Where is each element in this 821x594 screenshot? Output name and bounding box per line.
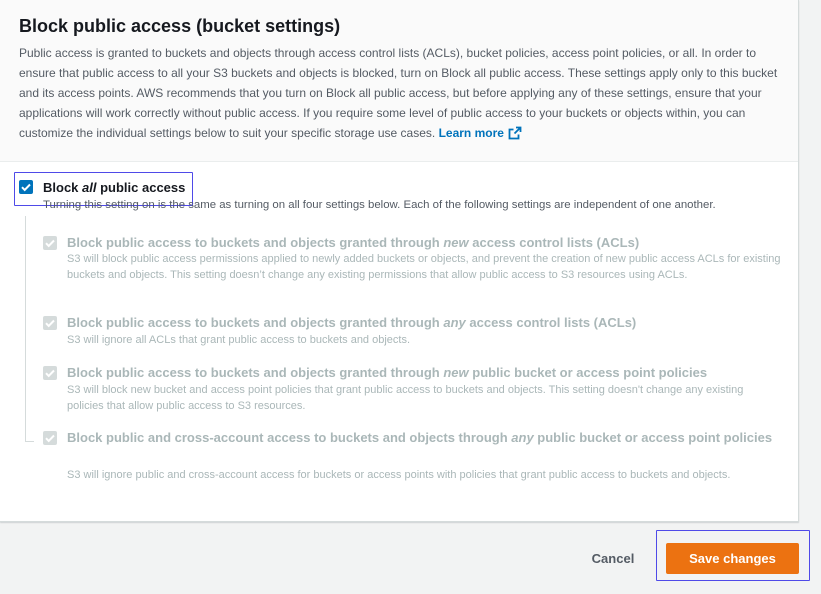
- setting-new-acls-label-emphasis: new: [443, 235, 469, 250]
- setting-new-policies-label: Block public access to buckets and objec…: [67, 363, 777, 383]
- checkmark-icon: [45, 434, 55, 443]
- panel-header: Block public access (bucket settings) Pu…: [0, 0, 798, 162]
- checkmark-icon: [45, 319, 55, 328]
- panel-description-text: Public access is granted to buckets and …: [19, 46, 778, 140]
- panel-description: Public access is granted to buckets and …: [19, 43, 779, 146]
- checkmark-icon: [21, 183, 31, 192]
- setting-new-acls-description: S3 will block public access permissions …: [67, 253, 781, 281]
- block-all-label-start: Block: [43, 180, 83, 195]
- block-public-access-panel: Block public access (bucket settings) Pu…: [0, 0, 799, 522]
- settings-tree-line: [25, 216, 26, 442]
- checkmark-icon: [45, 369, 55, 378]
- block-all-checkbox[interactable]: [19, 180, 33, 194]
- setting-any-policies-description: S3 will ignore public and cross-account …: [67, 469, 731, 481]
- setting-any-policies-label-emphasis: any: [511, 430, 534, 445]
- setting-any-acls-label-end: access control lists (ACLs): [465, 315, 637, 330]
- block-all-label[interactable]: Block all public access: [43, 180, 185, 195]
- setting-any-policies-label-start: Block public and cross-account access to…: [67, 430, 512, 445]
- learn-more-label: Learn more: [438, 126, 504, 140]
- setting-new-policies-label-end: public bucket or access point policies: [468, 365, 708, 380]
- setting-new-acls-checkbox[interactable]: [43, 236, 57, 250]
- setting-any-acls-label-emphasis: any: [443, 315, 466, 330]
- external-link-icon: [508, 126, 522, 146]
- setting-any-acls-label: Block public access to buckets and objec…: [67, 313, 777, 333]
- setting-new-acls-label-end: access control lists (ACLs): [468, 235, 640, 250]
- save-changes-button[interactable]: Save changes: [666, 543, 799, 574]
- setting-new-policies-description: S3 will block new bucket and access poin…: [67, 384, 744, 412]
- block-all-label-end: public access: [96, 180, 186, 195]
- setting-any-policies-label-end: public bucket or access point policies: [533, 430, 773, 445]
- setting-new-policies-label-start: Block public access to buckets and objec…: [67, 365, 444, 380]
- learn-more-link[interactable]: Learn more: [439, 126, 522, 140]
- setting-new-policies-label-emphasis: new: [443, 365, 469, 380]
- setting-new-acls-label: Block public access to buckets and objec…: [67, 233, 777, 253]
- block-all-label-emphasis: all: [82, 180, 97, 195]
- setting-new-policies-checkbox[interactable]: [43, 366, 57, 380]
- setting-any-acls-label-start: Block public access to buckets and objec…: [67, 315, 444, 330]
- setting-any-acls-description: S3 will ignore all ACLs that grant publi…: [67, 334, 411, 346]
- setting-new-acls-label-start: Block public access to buckets and objec…: [67, 235, 444, 250]
- settings-tree-end: [25, 441, 34, 442]
- panel-title: Block public access (bucket settings): [19, 16, 341, 36]
- setting-any-policies-label: Block public and cross-account access to…: [67, 428, 777, 448]
- cancel-button[interactable]: Cancel: [577, 542, 649, 574]
- setting-any-acls-checkbox[interactable]: [43, 316, 57, 330]
- setting-any-policies-checkbox[interactable]: [43, 431, 57, 445]
- block-all-description: Turning this setting on is the same as t…: [43, 199, 716, 211]
- checkmark-icon: [45, 239, 55, 248]
